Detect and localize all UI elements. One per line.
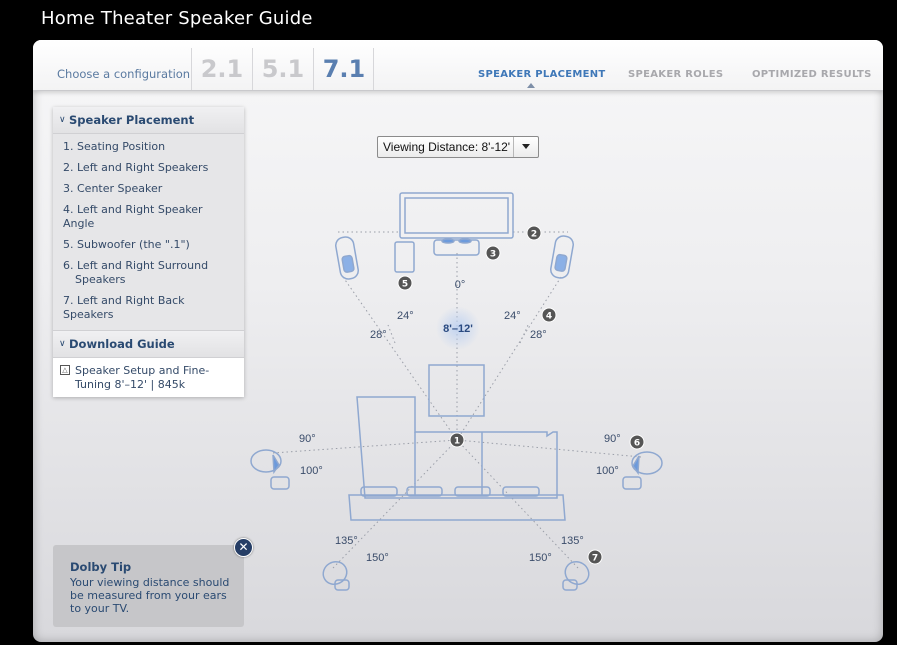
badge-4: 4 xyxy=(541,307,557,323)
badge-2: 2 xyxy=(526,225,542,241)
angle-center: 0° xyxy=(455,279,466,291)
angle-back-right-lower: 150° xyxy=(529,552,552,564)
angle-front-inner-left: 24° xyxy=(397,310,414,322)
svg-text:6: 6 xyxy=(634,439,640,449)
ottoman xyxy=(428,364,485,417)
angle-back-left-lower: 150° xyxy=(366,552,389,564)
angle-front-inner-right: 24° xyxy=(504,310,521,322)
subwoofer xyxy=(394,241,415,273)
svg-text:1: 1 xyxy=(454,437,460,447)
tip-title: Dolby Tip xyxy=(70,560,132,574)
angle-surround-right-upper: 90° xyxy=(604,433,621,445)
badge-5: 5 xyxy=(397,275,413,291)
angle-arc-right xyxy=(519,324,529,344)
angle-back-left-upper: 135° xyxy=(335,535,358,547)
center-speaker xyxy=(433,239,480,256)
app-title: Home Theater Speaker Guide xyxy=(41,8,313,29)
badge-7: 7 xyxy=(587,549,603,565)
angle-front-outer-left: 28° xyxy=(370,329,387,341)
svg-text:3: 3 xyxy=(490,250,496,260)
angle-surround-left-lower: 100° xyxy=(300,465,323,477)
center-driver-right xyxy=(458,238,472,244)
tip-body: Your viewing distance should be measured… xyxy=(70,576,230,615)
front-left-driver xyxy=(341,254,355,273)
angle-front-outer-right: 28° xyxy=(530,329,547,341)
main-panel: Choose a configuration 2.1 5.1 7.1 SPEAK… xyxy=(33,40,883,642)
surround-right-stand xyxy=(622,476,642,490)
close-icon[interactable]: ✕ xyxy=(234,538,253,557)
badge-3: 3 xyxy=(485,245,501,261)
angle-surround-right-lower: 100° xyxy=(596,465,619,477)
distance-label: 8'–12' xyxy=(443,323,473,335)
tv-frame xyxy=(399,192,514,239)
angle-surround-left-upper: 90° xyxy=(299,433,316,445)
left-back-line xyxy=(332,439,458,569)
room-line-art xyxy=(250,192,663,591)
center-driver-left xyxy=(441,238,455,244)
surround-left-driver xyxy=(272,454,280,475)
angle-back-right-upper: 135° xyxy=(561,535,584,547)
svg-text:2: 2 xyxy=(531,230,537,240)
angle-arc-left xyxy=(387,324,396,344)
svg-text:5: 5 xyxy=(402,280,408,290)
dolby-tip: Dolby Tip Your viewing distance should b… xyxy=(53,545,244,627)
front-right-driver xyxy=(554,253,568,272)
svg-text:7: 7 xyxy=(592,554,598,564)
right-back-line xyxy=(456,439,579,569)
surround-left-stand xyxy=(270,476,290,490)
svg-text:4: 4 xyxy=(546,312,552,322)
badge-6: 6 xyxy=(629,434,645,450)
tv-screen xyxy=(404,197,509,234)
badge-1: 1 xyxy=(449,432,465,448)
